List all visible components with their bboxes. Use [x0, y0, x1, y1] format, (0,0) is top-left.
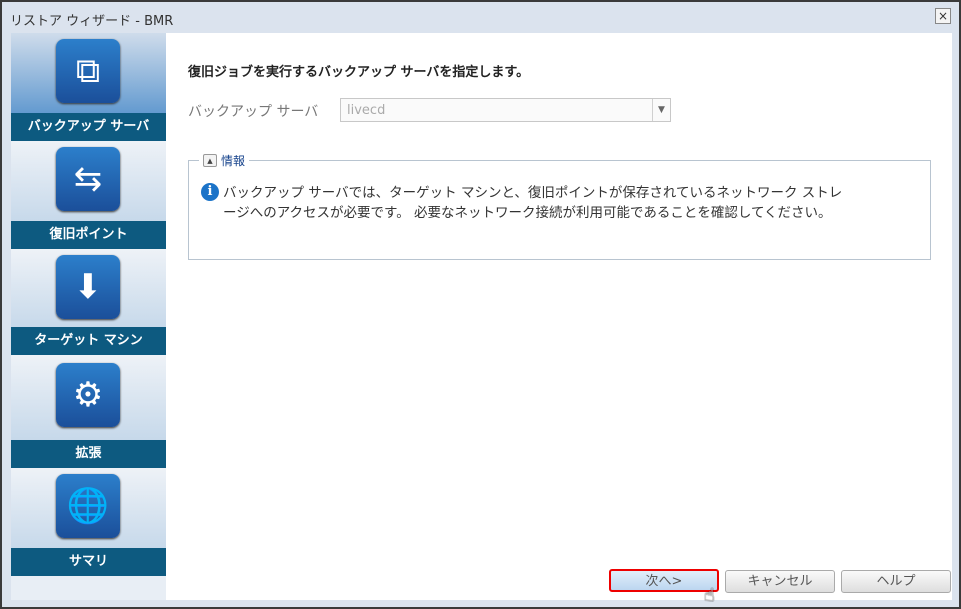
collapse-toggle-icon[interactable]: ▲ [203, 154, 217, 167]
window-title: リストア ウィザード - BMR [10, 14, 174, 29]
hand-cursor-icon: ☝ [704, 585, 715, 606]
chevron-down-icon[interactable]: ▼ [652, 99, 670, 121]
page-heading: 復旧ジョブを実行するバックアップ サーバを指定します。 [188, 65, 530, 80]
network-tree-icon: ⧉ [56, 39, 120, 103]
sidebar-item-summary[interactable]: 🌐 サマリ [11, 468, 166, 576]
info-fieldset: ▲ 情報 i バックアップ サーバでは、ターゲット マシンと、復旧ポイントが保存さ… [188, 152, 931, 260]
sidebar-item-label: 復旧ポイント [11, 221, 166, 249]
help-button[interactable]: ヘルプ [841, 570, 951, 593]
sidebar-item-label: ターゲット マシン [11, 327, 166, 355]
sidebar-item-label: サマリ [11, 548, 166, 576]
close-button[interactable]: × [935, 8, 951, 24]
info-title: 情報 [221, 154, 246, 168]
info-icon: i [201, 183, 219, 201]
sidebar-item-label: 拡張 [11, 440, 166, 468]
gears-icon: ⚙ [56, 363, 120, 427]
next-button[interactable]: 次へ> [609, 569, 719, 592]
cancel-button[interactable]: キャンセル [725, 570, 835, 593]
disk-download-icon: ⬇ [56, 255, 120, 319]
sidebar-item-recovery-point[interactable]: ⇆ 復旧ポイント [11, 141, 166, 249]
sidebar-item-target-machine[interactable]: ⬇ ターゲット マシン [11, 249, 166, 355]
sidebar-item-backup-server[interactable]: ⧉ バックアップ サーバ [11, 33, 166, 141]
backup-server-label: バックアップ サーバ [188, 104, 319, 120]
arrows-exchange-icon: ⇆ [56, 147, 120, 211]
content-panel: 復旧ジョブを実行するバックアップ サーバを指定します。 バックアップ サーバ l… [166, 33, 952, 600]
backup-server-select[interactable]: livecd ▼ [340, 98, 671, 122]
restore-wizard-window: リストア ウィザード - BMR × ⧉ バックアップ サーバ ⇆ 復旧ポイント… [0, 0, 961, 609]
sidebar-item-label: バックアップ サーバ [11, 113, 166, 141]
backup-server-value: livecd [347, 103, 386, 118]
sidebar-item-advanced[interactable]: ⚙ 拡張 [11, 355, 166, 468]
info-message: バックアップ サーバでは、ターゲット マシンと、復旧ポイントが保存されているネッ… [223, 185, 843, 221]
globe-icon: 🌐 [56, 474, 120, 538]
wizard-sidebar: ⧉ バックアップ サーバ ⇆ 復旧ポイント ⬇ ターゲット マシン ⚙ 拡張 🌐… [11, 33, 166, 600]
